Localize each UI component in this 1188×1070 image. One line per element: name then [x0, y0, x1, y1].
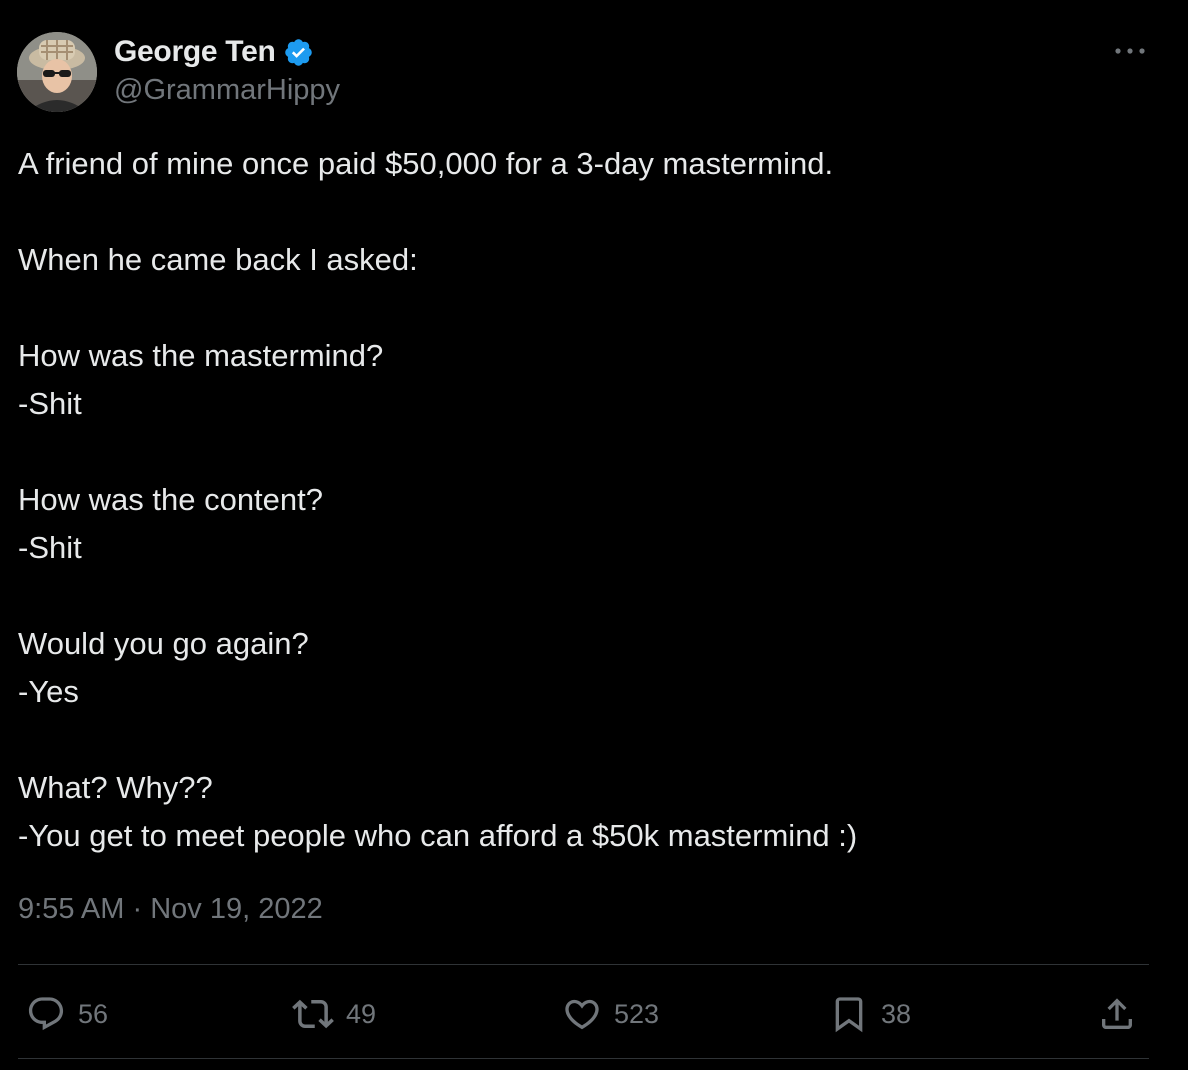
- tweet-text: A friend of mine once paid $50,000 for a…: [18, 140, 1158, 860]
- like-count: 523: [614, 998, 660, 1029]
- tweet-paragraph: How was the mastermind? -Shit: [18, 332, 1158, 428]
- tweet-line: How was the content?: [18, 482, 324, 517]
- retweet-icon: [292, 993, 334, 1035]
- tweet-paragraph: A friend of mine once paid $50,000 for a…: [18, 140, 1158, 188]
- avatar[interactable]: [17, 32, 97, 112]
- tweet-paragraph: When he came back I asked:: [18, 236, 1158, 284]
- tweet-time[interactable]: 9:55 AM: [18, 893, 124, 925]
- timestamp-separator: ·: [132, 893, 143, 925]
- tweet-paragraph: Would you go again? -Yes: [18, 620, 1158, 716]
- tweet-timestamp[interactable]: 9:55 AM · Nov 19, 2022: [18, 893, 323, 926]
- more-options-icon: [1114, 42, 1146, 60]
- verified-badge-icon: [283, 37, 314, 68]
- bookmark-count: 38: [881, 998, 912, 1029]
- tweet-card: George Ten @GrammarHippy A friend of min…: [0, 0, 1188, 1070]
- retweet-count: 49: [346, 998, 377, 1029]
- share-icon: [1097, 994, 1137, 1034]
- tweet-date[interactable]: Nov 19, 2022: [150, 893, 323, 925]
- like-icon: [562, 994, 602, 1034]
- reply-icon: [26, 994, 66, 1034]
- share-button[interactable]: [1097, 992, 1137, 1036]
- more-options-button[interactable]: [1108, 36, 1152, 66]
- tweet-line: A friend of mine once paid $50,000 for a…: [18, 146, 834, 181]
- tweet-line: When he came back I asked:: [18, 242, 418, 277]
- tweet-line: -Yes: [18, 674, 79, 709]
- tweet-line: -You get to meet people who can afford a…: [18, 818, 858, 853]
- bookmark-button[interactable]: 38: [829, 992, 911, 1036]
- tweet-line: How was the mastermind?: [18, 338, 384, 373]
- tweet-line: -Shit: [18, 386, 82, 421]
- author-name-row[interactable]: George Ten: [114, 34, 314, 70]
- reply-count: 56: [78, 998, 109, 1029]
- tweet-line: Would you go again?: [18, 626, 309, 661]
- divider: [18, 964, 1149, 965]
- tweet-paragraph: How was the content? -Shit: [18, 476, 1158, 572]
- retweet-button[interactable]: 49: [292, 992, 376, 1036]
- tweet-paragraph: What? Why?? -You get to meet people who …: [18, 764, 1158, 860]
- tweet-line: What? Why??: [18, 770, 213, 805]
- like-button[interactable]: 523: [562, 992, 659, 1036]
- reply-button[interactable]: 56: [26, 992, 108, 1036]
- author-display-name[interactable]: George Ten: [114, 35, 276, 69]
- author-handle[interactable]: @GrammarHippy: [114, 74, 340, 107]
- bookmark-icon: [829, 994, 869, 1034]
- divider: [18, 1058, 1149, 1059]
- tweet-line: -Shit: [18, 530, 82, 565]
